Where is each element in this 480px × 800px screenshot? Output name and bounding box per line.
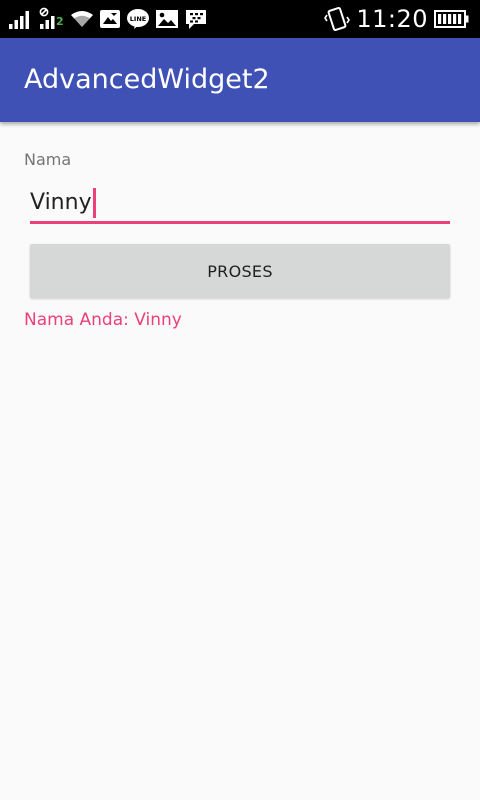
text-cursor [92, 188, 96, 218]
gallery-icon [99, 9, 121, 29]
status-time: 11:20 [356, 5, 428, 33]
nama-input[interactable]: Vinny [30, 180, 450, 224]
proses-button[interactable]: PROSES [30, 244, 450, 298]
battery-icon [434, 8, 470, 30]
nama-label: Nama [24, 150, 72, 169]
sim-2-label: 2 [56, 15, 64, 28]
nama-input-value: Vinny [30, 190, 92, 215]
app-title: AdvancedWidget2 [24, 64, 270, 95]
image-icon [155, 9, 179, 29]
result-text: Nama Anda: Vinny [24, 310, 182, 330]
nama-input-text[interactable]: Vinny [30, 188, 96, 218]
status-bar: 2 LINE 11:20 [0, 0, 480, 38]
wifi-icon [70, 9, 94, 29]
vibrate-icon [324, 6, 351, 32]
app-bar: AdvancedWidget2 [0, 38, 480, 122]
signal-2-icon: 2 [39, 7, 65, 31]
status-bar-left-icons: 2 LINE [8, 4, 208, 34]
nama-input-underline [30, 221, 450, 224]
line-icon: LINE [126, 8, 150, 30]
status-bar-right-icons: 11:20 [324, 4, 470, 34]
main-content: Nama Vinny PROSES Nama Anda: Vinny [0, 122, 480, 800]
bbm-icon [184, 8, 208, 30]
svg-text:LINE: LINE [130, 15, 146, 23]
signal-icon [8, 8, 34, 30]
